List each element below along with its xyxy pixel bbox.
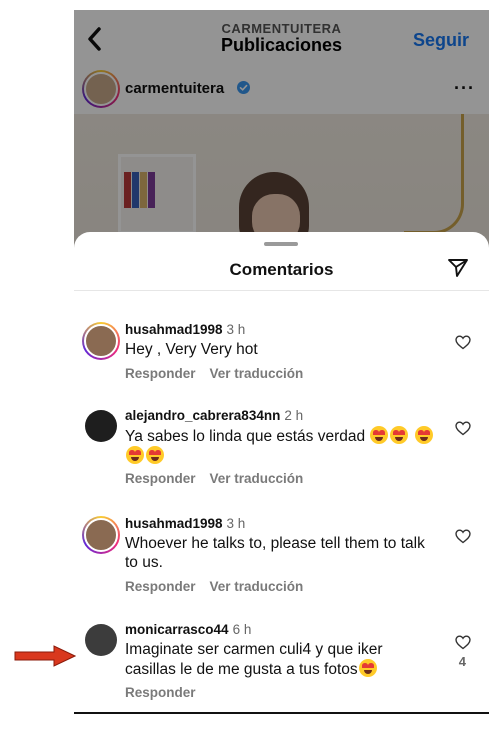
divider	[74, 290, 489, 291]
arrow-annotation	[14, 645, 76, 667]
heart-eyes-emoji	[390, 426, 409, 444]
comment-username[interactable]: husahmad1998	[125, 516, 223, 531]
comment-time: 3 h	[226, 322, 246, 337]
reply-button[interactable]: Responder	[125, 579, 196, 594]
heart-eyes-emoji	[414, 426, 433, 444]
heart-eyes-emoji	[126, 446, 144, 464]
avatar[interactable]	[82, 516, 120, 554]
comment-text: Imaginate ser carmen culi4 y que iker ca…	[125, 640, 435, 679]
app-screen: CARMENTUITERA Publicaciones Seguir carme…	[74, 10, 489, 714]
send-icon[interactable]	[447, 257, 469, 279]
comment-text-body: Ya sabes lo linda que estás verdad	[125, 428, 366, 445]
avatar[interactable]	[85, 624, 117, 656]
avatar[interactable]	[85, 410, 117, 442]
translate-button[interactable]: Ver traducción	[210, 579, 304, 594]
like-count[interactable]: 4	[459, 654, 466, 669]
divider	[74, 712, 489, 714]
heart-eyes-emoji	[358, 659, 377, 677]
comment-username[interactable]: husahmad1998	[125, 322, 223, 337]
comment-text: Ya sabes lo linda que estás verdad	[125, 426, 435, 466]
comments-sheet: Comentarios husahmad1998 3 h Hey , Very V…	[74, 232, 489, 714]
translate-button[interactable]: Ver traducción	[210, 471, 304, 486]
avatar[interactable]	[82, 322, 120, 360]
comment-username[interactable]: monicarrasco44	[125, 622, 229, 637]
reply-button[interactable]: Responder	[125, 366, 196, 381]
sheet-grabber[interactable]	[264, 242, 298, 246]
comment-time: 6 h	[232, 622, 252, 637]
comment-time: 3 h	[226, 516, 246, 531]
heart-icon[interactable]	[455, 635, 471, 650]
comment-time: 2 h	[284, 408, 304, 423]
heart-eyes-emoji	[146, 446, 164, 464]
reply-button[interactable]: Responder	[125, 471, 196, 486]
heart-icon[interactable]	[455, 529, 471, 544]
comment-text: Hey , Very Very hot	[125, 341, 258, 358]
translate-button[interactable]: Ver traducción	[210, 366, 304, 381]
sheet-title: Comentarios	[229, 260, 334, 279]
comment-text-body: Imaginate ser carmen culi4 y que iker ca…	[125, 641, 383, 678]
reply-button[interactable]: Responder	[125, 685, 196, 700]
comment-text: Whoever he talks to, please tell them to…	[125, 535, 425, 571]
heart-icon[interactable]	[455, 335, 471, 350]
heart-icon[interactable]	[455, 421, 471, 436]
heart-eyes-emoji	[370, 426, 389, 444]
comment-username[interactable]: alejandro_cabrera834nn	[125, 408, 280, 423]
